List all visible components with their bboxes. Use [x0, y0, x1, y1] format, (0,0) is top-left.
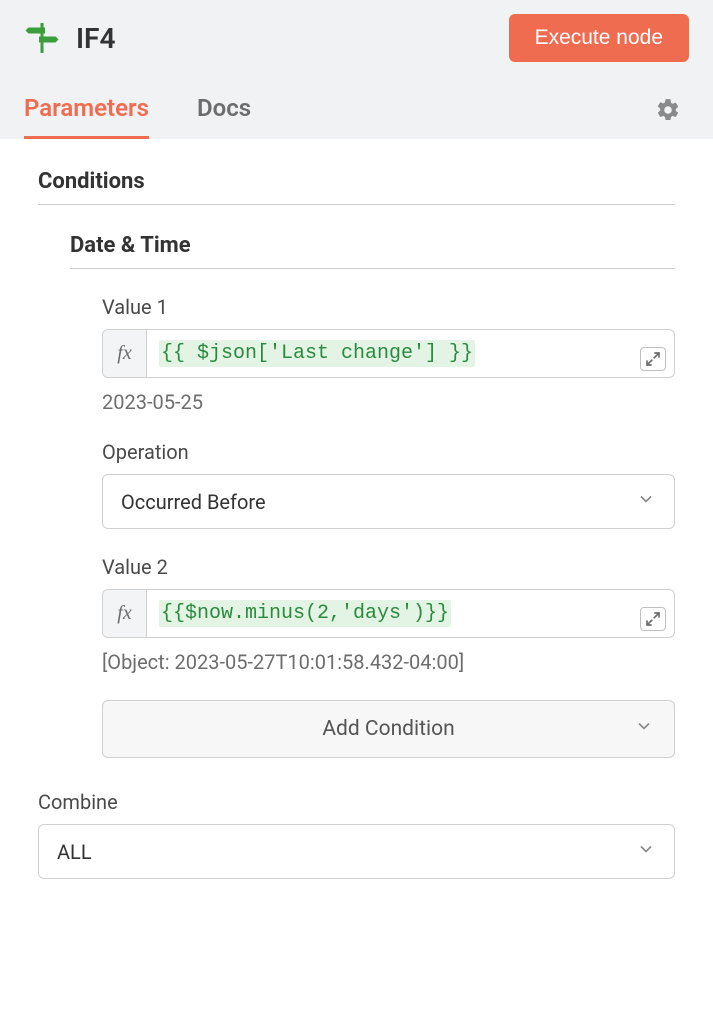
fx-icon: fx — [103, 330, 147, 377]
node-title: IF4 — [76, 22, 115, 55]
value1-label: Value 1 — [102, 295, 675, 319]
value1-input[interactable]: fx {{ $json['Last change'] }} — [102, 329, 675, 378]
combine-select[interactable]: ALL — [38, 824, 675, 879]
operation-select[interactable]: Occurred Before — [102, 474, 675, 529]
value2-resolved: [Object: 2023-05-27T10:01:58.432-04:00] — [102, 650, 675, 674]
operation-label: Operation — [102, 440, 675, 464]
expand-icon[interactable] — [640, 607, 666, 631]
gear-icon[interactable] — [655, 97, 689, 127]
value2-input[interactable]: fx {{$now.minus(2,'days')}} — [102, 589, 675, 638]
value2-expression: {{$now.minus(2,'days')}} — [159, 600, 451, 627]
chevron-down-icon — [634, 716, 654, 742]
fx-icon: fx — [103, 590, 147, 637]
tab-parameters[interactable]: Parameters — [24, 84, 149, 139]
conditions-heading: Conditions — [38, 169, 675, 205]
value1-expression: {{ $json['Last change'] }} — [159, 340, 475, 367]
add-condition-label: Add Condition — [322, 717, 454, 741]
signpost-icon — [24, 20, 60, 56]
execute-node-button[interactable]: Execute node — [509, 14, 689, 62]
value2-label: Value 2 — [102, 555, 675, 579]
chevron-down-icon — [636, 839, 656, 864]
combine-label: Combine — [38, 790, 675, 814]
combine-selected: ALL — [57, 840, 92, 864]
value1-resolved: 2023-05-25 — [102, 390, 675, 414]
tab-docs[interactable]: Docs — [197, 84, 251, 139]
expand-icon[interactable] — [640, 347, 666, 371]
datetime-heading: Date & Time — [70, 233, 675, 269]
operation-selected: Occurred Before — [121, 490, 266, 514]
add-condition-button[interactable]: Add Condition — [102, 700, 675, 758]
chevron-down-icon — [636, 489, 656, 514]
